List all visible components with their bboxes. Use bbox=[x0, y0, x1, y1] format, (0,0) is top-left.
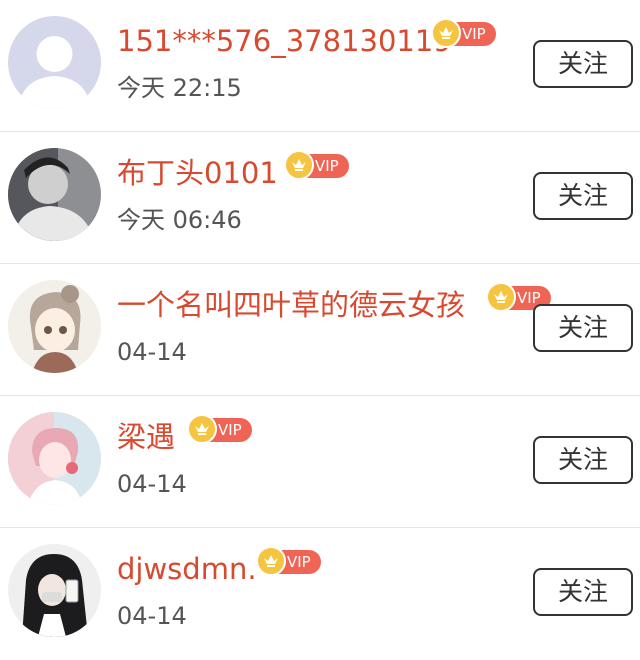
follow-button[interactable]: 关注 bbox=[533, 568, 633, 616]
crown-icon bbox=[256, 546, 286, 576]
follow-button[interactable]: 关注 bbox=[533, 304, 633, 352]
vip-label: VIP bbox=[287, 553, 311, 571]
follow-button[interactable]: 关注 bbox=[533, 40, 633, 88]
avatar[interactable] bbox=[8, 16, 101, 109]
vip-label: VIP bbox=[218, 421, 242, 439]
username[interactable]: 布丁头0101 bbox=[117, 154, 278, 192]
crown-icon bbox=[284, 150, 314, 180]
vip-badge: VIP bbox=[284, 150, 349, 180]
timestamp: 04-14 bbox=[117, 338, 187, 366]
avatar[interactable] bbox=[8, 544, 101, 637]
vip-badge: VIP bbox=[256, 546, 321, 576]
crown-icon bbox=[431, 18, 461, 48]
crown-icon bbox=[187, 414, 217, 444]
list-item[interactable]: 151***576_378130119 VIP 今天 22:15 关注 bbox=[0, 0, 640, 132]
follow-button[interactable]: 关注 bbox=[533, 172, 633, 220]
list-item[interactable]: djwsdmn. VIP 04-14 关注 bbox=[0, 528, 640, 660]
timestamp: 今天 06:46 bbox=[117, 206, 242, 234]
timestamp: 今天 22:15 bbox=[117, 74, 242, 102]
timestamp: 04-14 bbox=[117, 602, 187, 630]
username[interactable]: 梁遇 bbox=[117, 418, 175, 456]
username[interactable]: djwsdmn. bbox=[117, 550, 257, 588]
vip-badge: VIP bbox=[431, 18, 496, 48]
username[interactable]: 一个名叫四叶草的德云女孩 bbox=[117, 286, 465, 324]
list-item[interactable]: 一个名叫四叶草的德云女孩 VIP 04-14 关注 bbox=[0, 264, 640, 396]
avatar[interactable] bbox=[8, 412, 101, 505]
avatar[interactable] bbox=[8, 148, 101, 241]
list-item[interactable]: 梁遇 VIP 04-14 关注 bbox=[0, 396, 640, 528]
vip-label: VIP bbox=[315, 157, 339, 175]
timestamp: 04-14 bbox=[117, 470, 187, 498]
avatar[interactable] bbox=[8, 280, 101, 373]
follow-button[interactable]: 关注 bbox=[533, 436, 633, 484]
vip-label: VIP bbox=[462, 25, 486, 43]
follower-list: 151***576_378130119 VIP 今天 22:15 关注 布丁头0… bbox=[0, 0, 640, 660]
vip-badge: VIP bbox=[187, 414, 252, 444]
username[interactable]: 151***576_378130119 bbox=[117, 22, 452, 60]
list-item[interactable]: 布丁头0101 VIP 今天 06:46 关注 bbox=[0, 132, 640, 264]
crown-icon bbox=[486, 282, 516, 312]
